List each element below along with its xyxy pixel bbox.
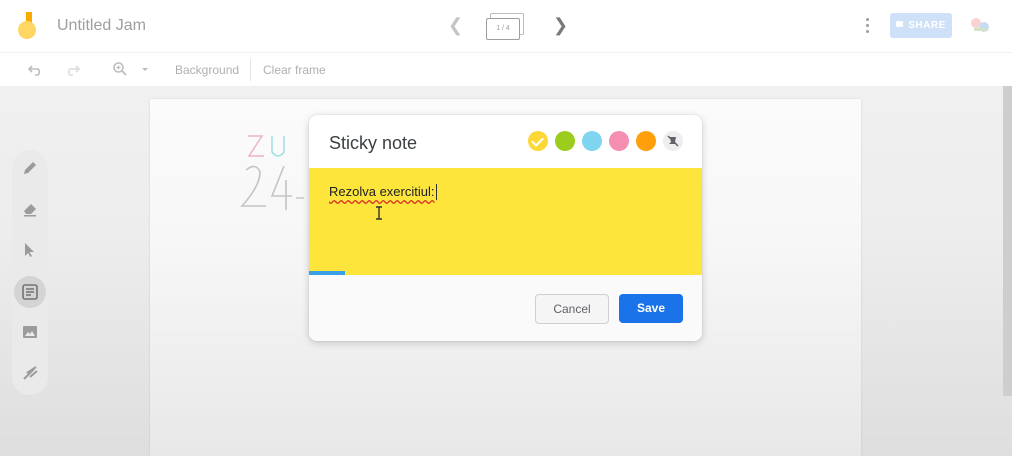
save-button[interactable]: Save	[619, 294, 683, 323]
next-frame-icon[interactable]: ❯	[553, 15, 568, 36]
color-swatch-blue[interactable]	[582, 131, 602, 151]
edit-toolbar: Background Clear frame	[0, 52, 1012, 87]
dialog-title: Sticky note	[329, 133, 418, 153]
frame-count: 1 / 4	[486, 18, 520, 40]
redo-icon[interactable]	[64, 61, 80, 77]
share-button[interactable]: SHARE	[890, 13, 952, 38]
more-options-icon[interactable]	[862, 16, 872, 36]
document-title[interactable]: Untitled Jam	[57, 17, 146, 35]
text-cursor	[436, 184, 437, 200]
ibeam-cursor-icon	[376, 206, 382, 220]
sticky-note-dialog: Sticky note Rezolva exercitiul: Cancel S…	[309, 115, 702, 341]
share-label: SHARE	[908, 20, 946, 31]
color-swatch-orange[interactable]	[636, 131, 656, 151]
note-text-area[interactable]: Rezolva exercitiul:	[309, 168, 702, 275]
color-off-icon[interactable]	[663, 131, 683, 151]
lock-icon	[896, 21, 904, 28]
background-button[interactable]: Background	[175, 63, 239, 77]
account-avatar[interactable]	[968, 14, 994, 38]
previous-frame-icon[interactable]: ❮	[448, 15, 463, 36]
dialog-actions: Cancel Save	[309, 275, 702, 341]
toolbar-divider	[250, 59, 251, 81]
frame-indicator[interactable]: 1 / 4	[484, 13, 526, 40]
dropdown-icon[interactable]	[141, 67, 149, 73]
cancel-button[interactable]: Cancel	[535, 294, 609, 324]
clear-frame-button[interactable]: Clear frame	[263, 63, 326, 77]
note-text: Rezolva exercitiul:	[329, 184, 435, 199]
color-swatch-yellow[interactable]	[528, 131, 548, 151]
undo-icon[interactable]	[28, 61, 44, 77]
jamboard-logo[interactable]	[18, 12, 40, 40]
app-header: Untitled Jam ❮ 1 / 4 ❯ SHARE	[0, 0, 1012, 52]
zoom-icon[interactable]	[112, 61, 128, 77]
color-swatch-green[interactable]	[555, 131, 575, 151]
color-swatch-pink[interactable]	[609, 131, 629, 151]
